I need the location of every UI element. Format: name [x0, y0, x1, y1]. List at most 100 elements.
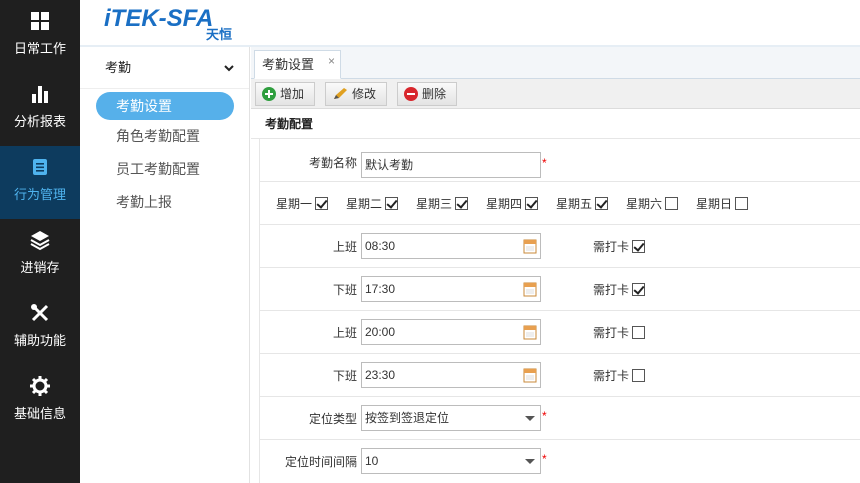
- attendance-form: 考勤名称 默认考勤 * 星期一 星期二 星期三 星期四 星期五 星期六 星期日 …: [259, 139, 860, 483]
- delete-button-label: 删除: [422, 87, 447, 101]
- row-name: 考勤名称 默认考勤 *: [259, 139, 860, 182]
- weekday-thu[interactable]: 星期四: [486, 195, 539, 212]
- calendar-icon[interactable]: [523, 324, 537, 340]
- nav-label: 分析报表: [13, 114, 66, 129]
- edit-button[interactable]: 修改: [325, 82, 388, 106]
- submenu-header-attendance[interactable]: 考勤: [80, 47, 249, 89]
- required-mark: *: [542, 409, 547, 423]
- weekday-tue[interactable]: 星期二: [346, 195, 399, 212]
- locate-interval-label: 定位时间间隔: [285, 455, 358, 469]
- checkbox[interactable]: [632, 369, 646, 382]
- calendar-icon[interactable]: [523, 367, 537, 383]
- shift-label: 上班: [333, 326, 358, 340]
- row-locate-interval: 定位时间间隔 10 *: [259, 440, 860, 483]
- required-mark: *: [542, 156, 547, 170]
- submenu-header-label: 考勤: [105, 60, 132, 75]
- submenu-item-attendance-settings[interactable]: 考勤设置: [96, 92, 234, 120]
- svg-text:iTEK-SFA: iTEK-SFA: [104, 5, 213, 32]
- dropdown-arrow-icon: [525, 459, 535, 464]
- row-shift-4: 下班 23:30 需打卡: [259, 354, 860, 397]
- checkbox[interactable]: [595, 197, 609, 210]
- bar-chart-icon: [32, 86, 48, 103]
- time-input[interactable]: 23:30: [361, 362, 541, 388]
- row-weekdays: 星期一 星期二 星期三 星期四 星期五 星期六 星期日: [259, 182, 860, 225]
- checkbox[interactable]: [632, 326, 646, 339]
- time-input[interactable]: 20:00: [361, 319, 541, 345]
- punch-toggle[interactable]: 需打卡: [593, 238, 646, 255]
- nav-label: 基础信息: [13, 406, 66, 421]
- nav-item-aux-functions[interactable]: 辅助功能: [0, 292, 80, 365]
- svg-text:天恒: 天恒: [206, 27, 232, 42]
- weekday-wed[interactable]: 星期三: [416, 195, 469, 212]
- row-shift-3: 上班 20:00 需打卡: [259, 311, 860, 354]
- weekday-mon[interactable]: 星期一: [276, 195, 329, 212]
- toolbar: 增加 修改 删除: [251, 79, 860, 109]
- punch-toggle[interactable]: 需打卡: [593, 367, 646, 384]
- logo-image: iTEK-SFA 天恒: [104, 5, 232, 42]
- row-locate-type: 定位类型 按签到签退定位 *: [259, 397, 860, 440]
- punch-toggle[interactable]: 需打卡: [593, 324, 646, 341]
- nav-item-behavior-mgmt[interactable]: 行为管理: [0, 146, 80, 219]
- required-mark: *: [542, 452, 547, 466]
- nav-label: 行为管理: [13, 187, 66, 202]
- tab-label: 考勤设置: [262, 57, 315, 72]
- checkbox[interactable]: [632, 283, 646, 296]
- locate-type-label: 定位类型: [309, 412, 358, 426]
- punch-toggle[interactable]: 需打卡: [593, 281, 646, 298]
- top-bar: iTEK-SFA 天恒: [80, 0, 860, 47]
- checkbox[interactable]: [665, 197, 679, 210]
- weekday-fri[interactable]: 星期五: [556, 195, 609, 212]
- tools-icon: [31, 304, 49, 322]
- add-button-label: 增加: [280, 87, 305, 101]
- row-shift-2: 下班 17:30 需打卡: [259, 268, 860, 311]
- edit-button-label: 修改: [352, 87, 377, 101]
- checkbox[interactable]: [525, 197, 539, 210]
- submenu-item-employee-attendance[interactable]: 员工考勤配置: [80, 153, 249, 186]
- locate-interval-select[interactable]: 10: [361, 448, 541, 474]
- checkbox[interactable]: [632, 240, 646, 253]
- chevron-down-icon: [224, 65, 234, 72]
- shift-label: 下班: [333, 369, 358, 383]
- section-title: 考勤配置: [251, 109, 860, 139]
- nav-item-base-info[interactable]: 基础信息: [0, 365, 80, 438]
- shift-label: 上班: [333, 240, 358, 254]
- checkbox[interactable]: [455, 197, 469, 210]
- tab-attendance-settings[interactable]: 考勤设置 ×: [254, 47, 342, 79]
- add-button[interactable]: 增加: [255, 82, 316, 106]
- document-icon: [33, 159, 47, 175]
- submenu-item-role-attendance[interactable]: 角色考勤配置: [80, 120, 249, 153]
- dropdown-arrow-icon: [525, 416, 535, 421]
- calendar-icon[interactable]: [523, 281, 537, 297]
- submenu-item-attendance-report[interactable]: 考勤上报: [80, 186, 249, 219]
- checkbox[interactable]: [315, 197, 329, 210]
- weekday-sat[interactable]: 星期六: [626, 195, 679, 212]
- gear-icon: [30, 376, 50, 396]
- plus-circle-icon: [262, 87, 276, 101]
- nav-item-inventory[interactable]: 进销存: [0, 219, 80, 292]
- time-input[interactable]: 17:30: [361, 276, 541, 302]
- attendance-name-input[interactable]: 默认考勤: [361, 152, 541, 178]
- nav-item-daily-work[interactable]: 日常工作: [0, 0, 80, 73]
- shift-label: 下班: [333, 283, 358, 297]
- grid-icon: [31, 12, 49, 30]
- nav-item-reports[interactable]: 分析报表: [0, 73, 80, 146]
- checkbox[interactable]: [735, 197, 749, 210]
- time-input[interactable]: 08:30: [361, 233, 541, 259]
- main-content: 考勤设置 × 增加 修改 删除 考勤配置 考勤名称 默认考勤 * 星期一 星期二…: [251, 47, 860, 483]
- locate-type-select[interactable]: 按签到签退定位: [361, 405, 541, 431]
- minus-circle-icon: [404, 87, 418, 101]
- delete-button[interactable]: 删除: [397, 82, 458, 106]
- name-label: 考勤名称: [309, 156, 358, 170]
- nav-label: 日常工作: [13, 41, 66, 56]
- close-icon[interactable]: ×: [328, 47, 335, 75]
- calendar-icon[interactable]: [523, 238, 537, 254]
- submenu: 考勤 考勤设置 角色考勤配置 员工考勤配置 考勤上报: [80, 47, 250, 483]
- nav-label: 辅助功能: [13, 333, 66, 348]
- brand-logo: iTEK-SFA 天恒: [104, 4, 246, 45]
- checkbox[interactable]: [385, 197, 399, 210]
- row-shift-1: 上班 08:30 需打卡: [259, 225, 860, 268]
- pencil-icon: [334, 88, 347, 99]
- weekday-sun[interactable]: 星期日: [696, 195, 749, 212]
- tab-bar: 考勤设置 ×: [251, 47, 860, 79]
- nav-label: 进销存: [20, 260, 60, 275]
